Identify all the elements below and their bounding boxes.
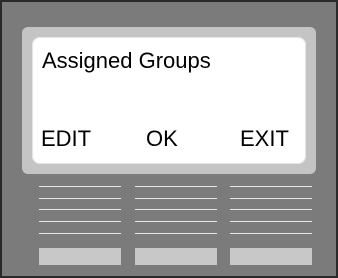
key-column-middle bbox=[135, 184, 217, 270]
softkey-label-exit: EXIT bbox=[240, 126, 289, 151]
key-separator bbox=[230, 186, 312, 187]
key-separator bbox=[39, 221, 121, 222]
key-separator bbox=[39, 209, 121, 210]
softkey-label-ok: OK bbox=[146, 126, 178, 151]
lcd-screen: Assigned Groups EDIT OK EXIT bbox=[32, 37, 306, 164]
key-separator bbox=[135, 221, 217, 222]
key-separator bbox=[39, 186, 121, 187]
key-separator bbox=[230, 221, 312, 222]
ok-softkey-button[interactable] bbox=[135, 248, 217, 265]
key-separator bbox=[135, 209, 217, 210]
key-separator bbox=[230, 198, 312, 199]
key-separator bbox=[39, 233, 121, 234]
key-separator bbox=[230, 233, 312, 234]
phone-device: Assigned Groups EDIT OK EXIT bbox=[0, 0, 338, 278]
edit-softkey-button[interactable] bbox=[39, 248, 121, 265]
key-column-left bbox=[39, 184, 121, 270]
softkey-label-edit: EDIT bbox=[41, 126, 92, 151]
screen-title: Assigned Groups bbox=[42, 48, 211, 73]
key-separator bbox=[39, 198, 121, 199]
key-separator bbox=[135, 233, 217, 234]
key-separator bbox=[135, 198, 217, 199]
key-separator bbox=[135, 186, 217, 187]
display-bezel: Assigned Groups EDIT OK EXIT bbox=[22, 27, 316, 174]
key-separator bbox=[230, 209, 312, 210]
key-column-right bbox=[230, 184, 312, 270]
exit-softkey-button[interactable] bbox=[230, 248, 312, 265]
